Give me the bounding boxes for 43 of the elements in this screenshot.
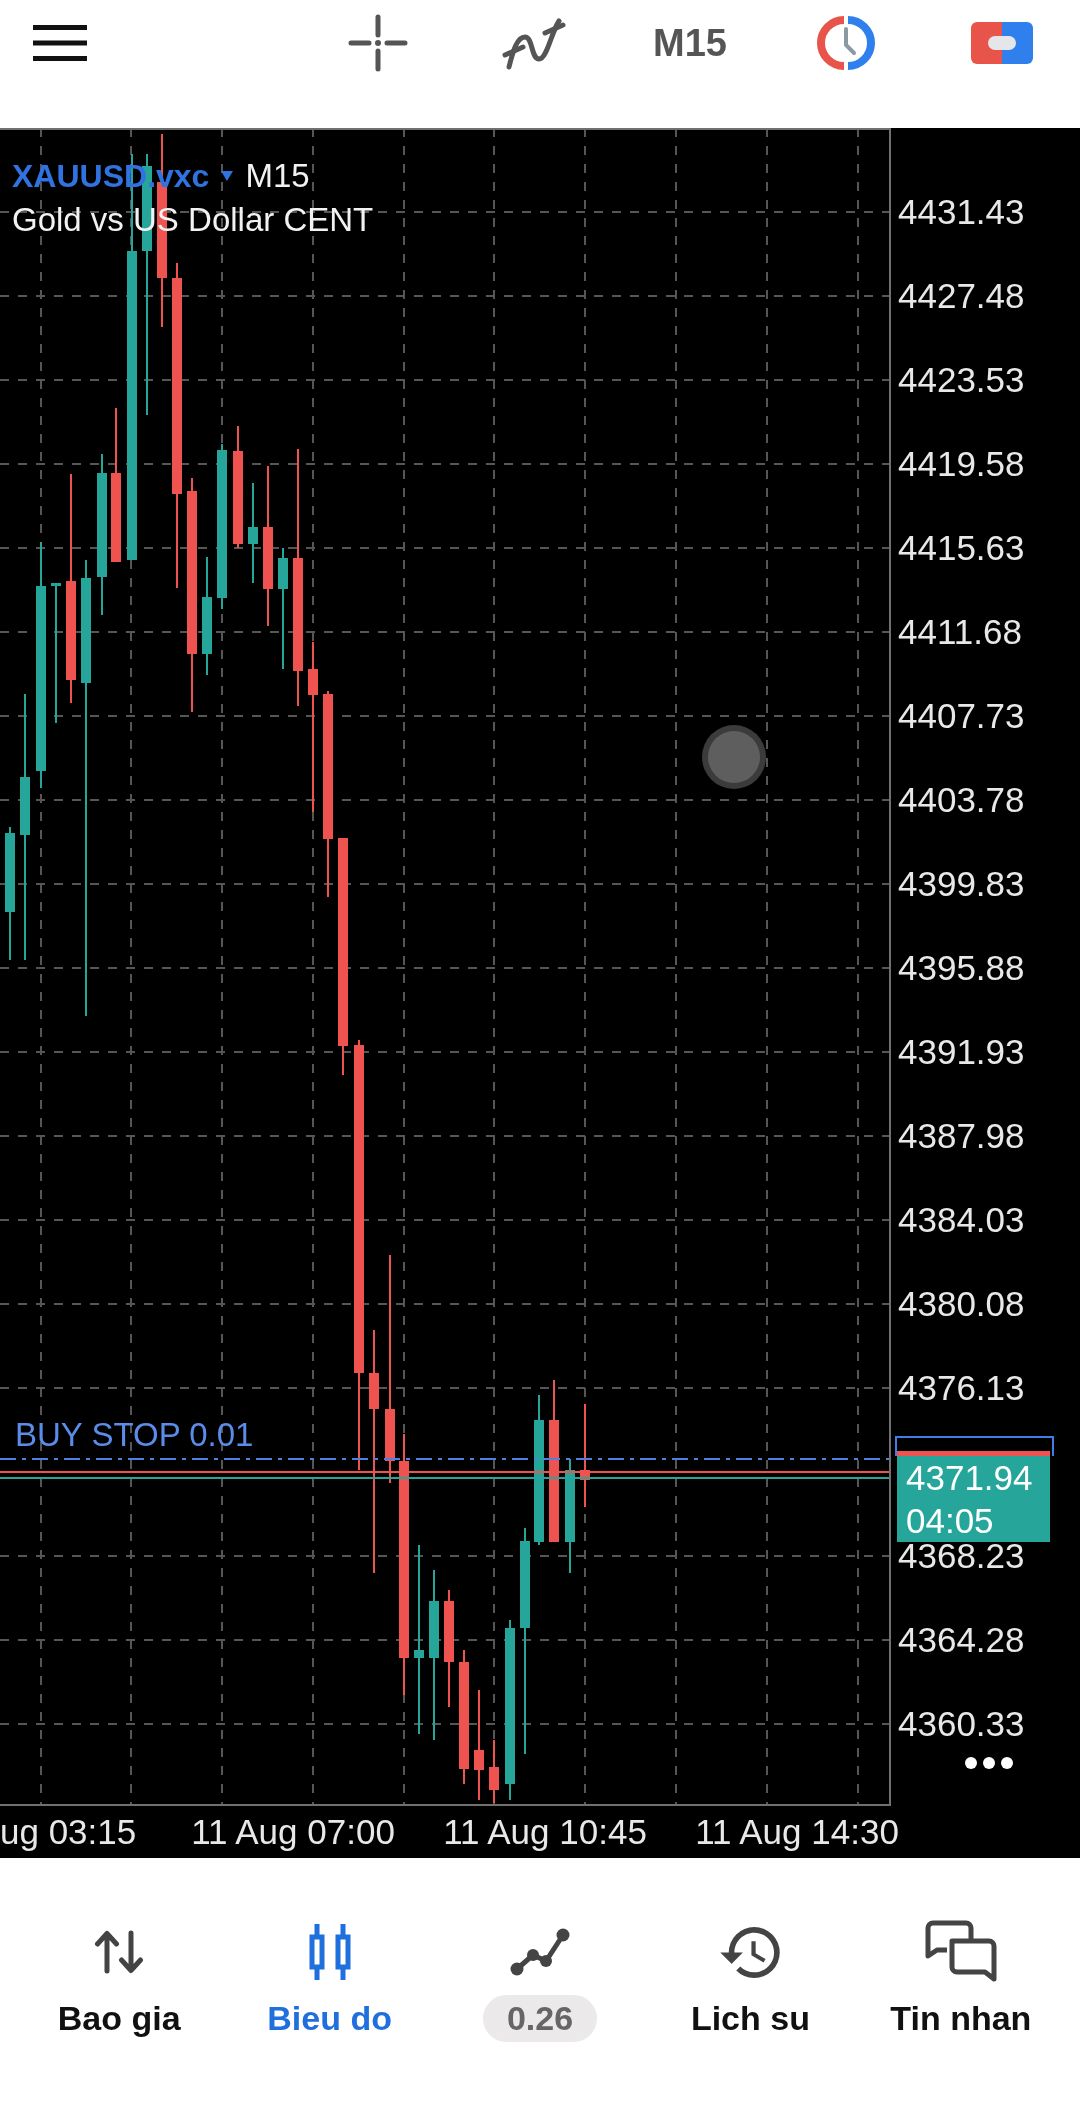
- switch-icon[interactable]: [971, 22, 1033, 64]
- price-label: 4360.33: [898, 1704, 1025, 1744]
- time-label: 11 Aug 10:45: [442, 1811, 648, 1853]
- amount-badge: 0.26: [482, 1995, 598, 2042]
- nav-tab[interactable]: Bao gia: [14, 1920, 225, 2042]
- price-label: 4419.58: [898, 444, 1025, 484]
- candle: [489, 1740, 499, 1803]
- price-label: 4431.43: [898, 192, 1025, 232]
- chat-icon: [924, 1920, 997, 1984]
- current-price: 4371.94: [906, 1457, 1034, 1499]
- nav-tab[interactable]: Lich su: [645, 1920, 856, 2042]
- caret-icon[interactable]: [221, 171, 234, 181]
- time-label: 11 Aug 07:00: [190, 1811, 396, 1853]
- order-label: BUY STOP 0.01: [15, 1415, 254, 1455]
- nav-tab[interactable]: Bieu do: [224, 1920, 435, 2042]
- timeframe-label: M15: [245, 156, 310, 196]
- price-label: 4407.73: [898, 696, 1025, 736]
- arrows-up-down-icon: [93, 1930, 146, 1974]
- price-label: 4423.53: [898, 360, 1025, 400]
- nav-tab[interactable]: Tin nhan: [855, 1920, 1067, 2042]
- nav-tab[interactable]: 0.26: [434, 1920, 646, 2042]
- price-label: 4395.88: [898, 948, 1025, 988]
- wave-icon[interactable]: [501, 15, 567, 71]
- price-label: 4411.68: [898, 612, 1022, 652]
- menu-icon[interactable]: [33, 25, 87, 61]
- price-label: 4427.48: [898, 276, 1025, 316]
- price-label: 4399.83: [898, 864, 1025, 904]
- history-icon: [720, 1926, 781, 1978]
- timeframe-button[interactable]: M15: [649, 20, 731, 66]
- line-chart-icon: [510, 1928, 570, 1976]
- crosshair-icon[interactable]: [348, 14, 408, 72]
- price-label: 4380.08: [898, 1284, 1025, 1324]
- price-label: 4391.93: [898, 1032, 1025, 1072]
- clock-icon[interactable]: [816, 15, 876, 71]
- time-label: ug 03:15: [0, 1811, 138, 1853]
- price-label: 4384.03: [898, 1200, 1025, 1240]
- price-label: 4403.78: [898, 780, 1025, 820]
- price-label: 4376.13: [898, 1368, 1025, 1408]
- time-label: 11 Aug 14:30: [694, 1811, 900, 1853]
- price-label: 4364.28: [898, 1620, 1025, 1660]
- more-icon[interactable]: [964, 1756, 1014, 1770]
- price-label: 4415.63: [898, 528, 1025, 568]
- price-label: 4387.98: [898, 1116, 1025, 1156]
